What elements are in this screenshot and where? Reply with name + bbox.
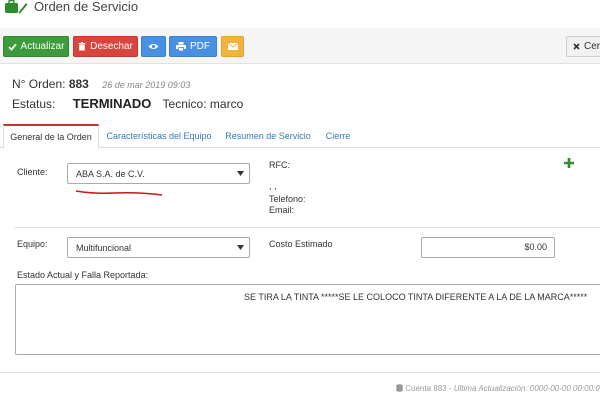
- print-icon: [176, 42, 186, 51]
- status-line: Estatus: TERMINADO Tecnico: marco: [12, 96, 243, 111]
- cerrar-label: Cerr: [584, 41, 600, 52]
- tab-resumen[interactable]: Resumen de Servicio: [222, 124, 314, 148]
- pdf-label: PDF: [190, 41, 210, 52]
- order-number-line: N° Orden: 883 26 de mar 2019 09:03: [12, 77, 190, 91]
- actualizar-label: Actualizar: [20, 41, 65, 52]
- direccion-value: , ,: [269, 181, 277, 191]
- order-number: 883: [68, 77, 89, 91]
- costo-label: Costo Estimado: [269, 239, 333, 249]
- toolbar: Actualizar Desechar PDF Cerr: [0, 28, 600, 64]
- caret-down-icon: [237, 245, 244, 250]
- desechar-label: Desechar: [90, 41, 133, 52]
- tab-general[interactable]: General de la Orden: [3, 124, 99, 149]
- eye-icon: [148, 44, 159, 49]
- title-bar: Orden de Servicio: [0, 0, 600, 22]
- pdf-button[interactable]: PDF: [169, 36, 217, 57]
- actualizar-button[interactable]: Actualizar: [3, 36, 69, 57]
- tab-bar: General de la Orden Características del …: [0, 124, 600, 149]
- cerrar-button[interactable]: Cerr: [566, 36, 600, 57]
- database-icon: [396, 384, 403, 392]
- order-number-label: N° Orden:: [12, 77, 66, 91]
- footer-actualizacion: Ultima Actualización: 0000-00-00 00:00:0…: [453, 384, 600, 393]
- footer-cuenta: Cuenta 883: [405, 384, 447, 393]
- footer: Cuenta 883 - Ultima Actualización: 0000-…: [396, 384, 600, 393]
- email-label: Email:: [269, 205, 295, 215]
- status-label: Estatus:: [12, 97, 56, 111]
- equipo-label: Equipo:: [17, 239, 48, 249]
- briefcase-edit-icon: [5, 0, 28, 14]
- cliente-select[interactable]: ABA S.A. de C.V.: [67, 163, 250, 184]
- rfc-label: RFC:: [269, 160, 290, 170]
- email-button[interactable]: [221, 36, 244, 57]
- status-value: TERMINADO: [72, 96, 152, 111]
- section-divider: [14, 227, 600, 228]
- add-cliente-icon[interactable]: [563, 157, 575, 169]
- order-date: 26 de mar 2019 09:03: [102, 80, 191, 90]
- cliente-label: Cliente:: [17, 167, 48, 177]
- footer-separator: -: [446, 384, 454, 393]
- tab-caracteristicas[interactable]: Características del Equipo: [103, 124, 215, 148]
- estado-label: Estado Actual y Falla Reportada:: [17, 270, 149, 280]
- tecnico-value: marco: [209, 97, 244, 111]
- check-icon: [7, 43, 17, 51]
- equipo-value: Multifuncional: [76, 242, 132, 253]
- costo-input[interactable]: $0.00: [421, 237, 555, 258]
- handwritten-underline: [75, 190, 163, 196]
- telefono-label: Telefono:: [269, 194, 306, 204]
- equipo-select[interactable]: Multifuncional: [67, 237, 250, 258]
- caret-down-icon: [237, 171, 244, 176]
- view-button[interactable]: [141, 36, 166, 57]
- estado-textarea[interactable]: SE TIRA LA TINTA *****SE LE COLOCO TINTA…: [15, 284, 600, 355]
- window-title: Orden de Servicio: [34, 0, 139, 14]
- trash-icon: [78, 42, 86, 51]
- tab-cierre[interactable]: Cierre: [318, 124, 358, 148]
- desechar-button[interactable]: Desechar: [73, 36, 138, 57]
- envelope-icon: [227, 43, 238, 50]
- close-icon: [573, 43, 580, 50]
- form-bottom-border: [0, 372, 600, 373]
- cliente-value: ABA S.A. de C.V.: [76, 168, 145, 179]
- tecnico-label: Tecnico:: [162, 97, 207, 111]
